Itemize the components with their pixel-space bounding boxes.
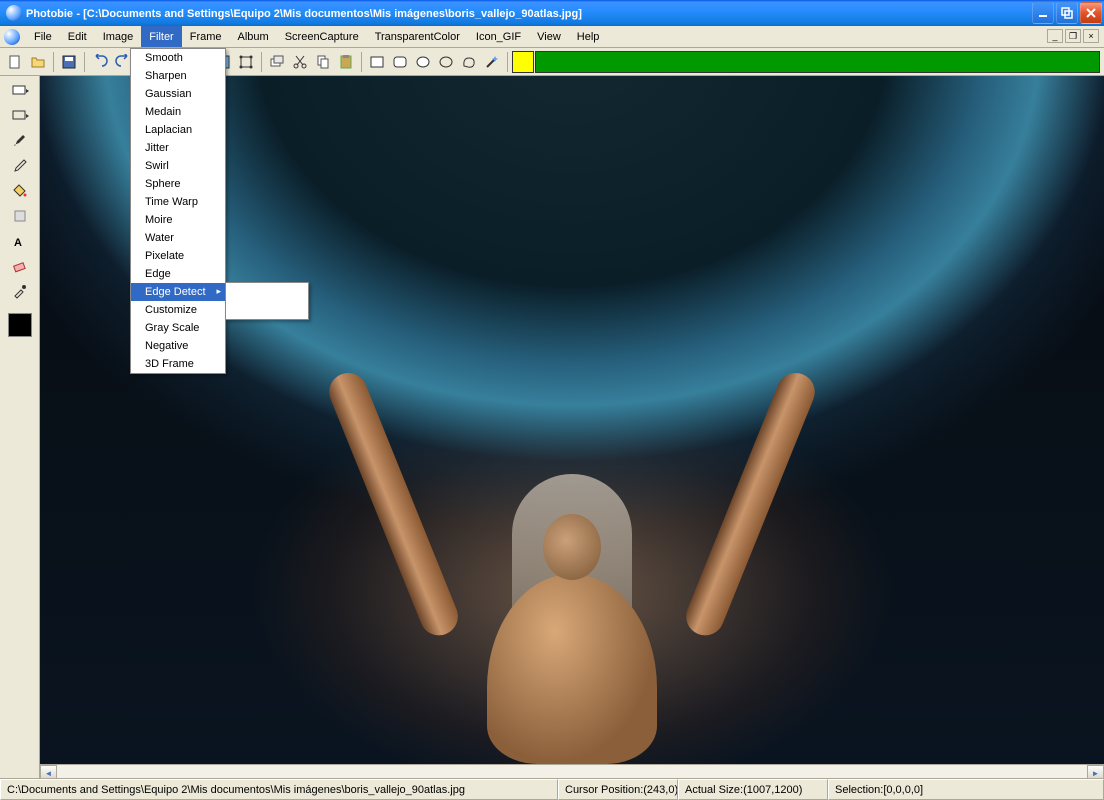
menu-album[interactable]: Album	[230, 26, 277, 47]
maximize-button[interactable]	[1056, 2, 1078, 24]
filter-edge[interactable]: Edge	[131, 265, 225, 283]
filter-jitter[interactable]: Jitter	[131, 139, 225, 157]
rect-select-button[interactable]	[366, 51, 388, 73]
clone-tool[interactable]	[6, 205, 34, 227]
menu-transparentcolor[interactable]: TransparentColor	[367, 26, 468, 47]
menu-view[interactable]: View	[529, 26, 569, 47]
edgedetect-submenu: Vertical Horizontal	[225, 282, 309, 320]
filter-medain[interactable]: Medain	[131, 103, 225, 121]
menu-screencapture[interactable]: ScreenCapture	[277, 26, 367, 47]
window-buttons	[1032, 2, 1102, 24]
freeform-button[interactable]	[458, 51, 480, 73]
filter-timewarp[interactable]: Time Warp	[131, 193, 225, 211]
open-button[interactable]	[27, 51, 49, 73]
scroll-right-button[interactable]: ►	[1087, 765, 1104, 778]
window-titlebar: Photobie - [C:\Documents and Settings\Eq…	[0, 0, 1104, 26]
menu-frame[interactable]: Frame	[182, 26, 230, 47]
scroll-left-button[interactable]: ◄	[40, 765, 57, 778]
foreground-color-swatch[interactable]	[512, 51, 534, 73]
app-icon	[6, 5, 22, 21]
cut-button[interactable]	[289, 51, 311, 73]
filter-smooth[interactable]: Smooth	[131, 49, 225, 67]
fill-tool[interactable]	[6, 180, 34, 202]
separator-icon	[53, 52, 54, 72]
brush-tool[interactable]	[6, 130, 34, 152]
menu-filter[interactable]: Filter	[141, 26, 181, 47]
filter-moire[interactable]: Moire	[131, 211, 225, 229]
menu-file[interactable]: File	[26, 26, 60, 47]
menubar: File Edit Image Filter Frame Album Scree…	[0, 26, 1104, 48]
mdi-minimize-button[interactable]: _	[1047, 29, 1063, 43]
color-bar[interactable]	[535, 51, 1100, 73]
document-path-text: [C:\Documents and Settings\Equipo 2\Mis …	[83, 8, 582, 20]
status-path: C:\Documents and Settings\Equipo 2\Mis d…	[0, 779, 558, 800]
new-button[interactable]	[4, 51, 26, 73]
undo-button[interactable]	[89, 51, 111, 73]
filter-sharpen[interactable]: Sharpen	[131, 67, 225, 85]
window-title: Photobie - [C:\Documents and Settings\Eq…	[26, 6, 1032, 20]
filter-edgedetect[interactable]: Edge Detect Vertical Horizontal	[131, 283, 225, 301]
ellipse-outline-button[interactable]	[435, 51, 457, 73]
pencil-tool[interactable]	[6, 155, 34, 177]
filter-negative[interactable]: Negative	[131, 337, 225, 355]
filter-pixelate[interactable]: Pixelate	[131, 247, 225, 265]
horizontal-scrollbar[interactable]: ◄ ►	[40, 764, 1104, 778]
edgedetect-vertical[interactable]: Vertical	[226, 283, 308, 301]
statusbar: C:\Documents and Settings\Equipo 2\Mis d…	[0, 778, 1104, 800]
eyedropper-tool[interactable]	[6, 280, 34, 302]
edgedetect-horizontal[interactable]: Horizontal	[226, 301, 308, 319]
filter-gaussian[interactable]: Gaussian	[131, 85, 225, 103]
close-button[interactable]	[1080, 2, 1102, 24]
eraser-tool[interactable]	[6, 255, 34, 277]
minimize-button[interactable]	[1032, 2, 1054, 24]
svg-text:A: A	[14, 237, 22, 249]
status-size-value: (1007,1200)	[743, 784, 802, 796]
mdi-restore-button[interactable]: ❐	[1065, 29, 1081, 43]
scroll-track[interactable]	[57, 765, 1087, 778]
separator-icon	[261, 52, 262, 72]
filter-sphere[interactable]: Sphere	[131, 175, 225, 193]
menu-edit[interactable]: Edit	[60, 26, 95, 47]
app-name-text: Photobie	[26, 8, 73, 20]
status-selection-label: Selection:	[835, 784, 883, 796]
separator-icon	[361, 52, 362, 72]
menu-image[interactable]: Image	[95, 26, 142, 47]
menu-help[interactable]: Help	[569, 26, 608, 47]
status-cursor-value: (243,0)	[643, 784, 678, 796]
paste-button[interactable]	[335, 51, 357, 73]
status-cursor-label: Cursor Position:	[565, 784, 643, 796]
separator-icon	[84, 52, 85, 72]
current-color-box[interactable]	[8, 313, 32, 337]
filter-water[interactable]: Water	[131, 229, 225, 247]
menu-icon-gif[interactable]: Icon_GIF	[468, 26, 529, 47]
filter-edgedetect-label: Edge Detect	[145, 286, 206, 298]
magic-wand-button[interactable]	[481, 51, 503, 73]
ellipse-select-button[interactable]	[412, 51, 434, 73]
layers-button[interactable]	[266, 51, 288, 73]
status-selection-value: [0,0,0,0]	[883, 784, 923, 796]
rounded-rect-button[interactable]	[389, 51, 411, 73]
filter-laplacian[interactable]: Laplacian	[131, 121, 225, 139]
mdi-close-button[interactable]: ×	[1083, 29, 1099, 43]
mdi-buttons: _ ❐ ×	[1046, 26, 1104, 47]
status-cursor: Cursor Position: (243,0)	[558, 779, 678, 800]
filter-swirl[interactable]: Swirl	[131, 157, 225, 175]
status-size-label: Actual Size:	[685, 784, 743, 796]
text-tool[interactable]: A	[6, 230, 34, 252]
filter-customize[interactable]: Customize	[131, 301, 225, 319]
filter-grayscale[interactable]: Gray Scale	[131, 319, 225, 337]
status-selection: Selection: [0,0,0,0]	[828, 779, 1104, 800]
separator-icon	[507, 52, 508, 72]
save-button[interactable]	[58, 51, 80, 73]
filter-dropdown: Smooth Sharpen Gaussian Medain Laplacian…	[130, 48, 226, 374]
filter-3dframe[interactable]: 3D Frame	[131, 355, 225, 373]
crop-tool[interactable]	[6, 105, 34, 127]
tool-palette: A	[0, 76, 40, 778]
copy-button[interactable]	[312, 51, 334, 73]
image-figure	[392, 414, 752, 764]
transform-button[interactable]	[235, 51, 257, 73]
menubar-app-icon	[4, 29, 20, 45]
status-size: Actual Size: (1007,1200)	[678, 779, 828, 800]
select-tool[interactable]	[6, 80, 34, 102]
